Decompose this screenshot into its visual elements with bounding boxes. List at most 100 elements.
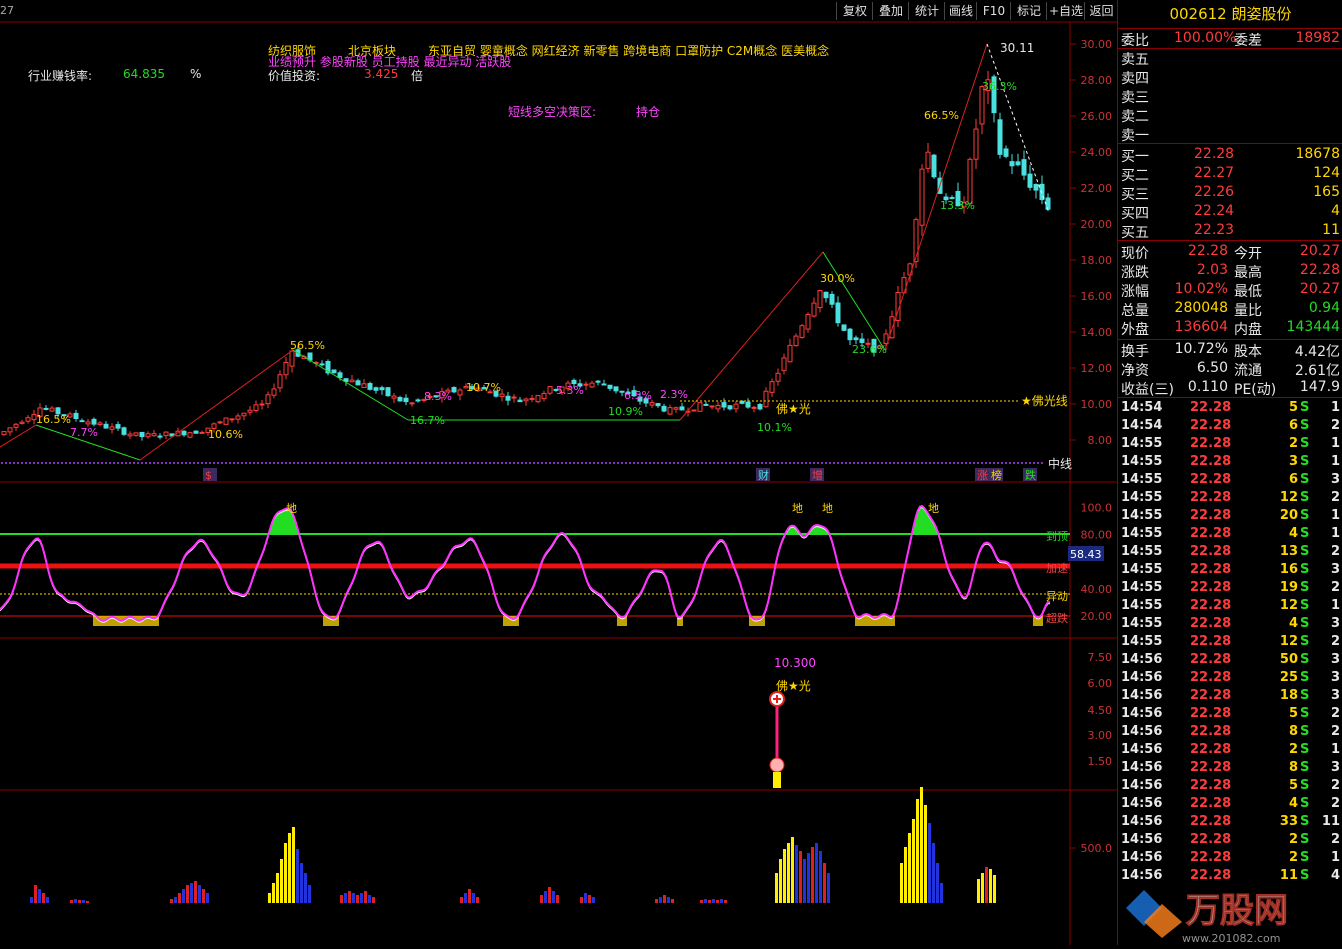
buy-price: 22.27 <box>1194 165 1235 181</box>
stock-title[interactable]: 002612 朗姿股份 <box>1118 0 1342 29</box>
candle-body <box>811 302 817 317</box>
tick-price: 22.28 <box>1190 580 1232 595</box>
mid-line-dot <box>917 462 919 464</box>
stat2-value-2: 147.9 <box>1299 379 1340 395</box>
mid-line-dot <box>405 462 407 464</box>
buy-volume: 124 <box>1313 165 1340 181</box>
candle-body <box>415 399 421 402</box>
tick-volume: 5 <box>1288 400 1298 415</box>
tick-row: 14:55 22.28 4 S 1 <box>1118 526 1342 544</box>
mid-line-dot <box>17 462 19 464</box>
buy-row-1[interactable]: 买一 22.28 18678 <box>1118 146 1342 165</box>
signal-marker: 佛★光 <box>776 679 811 693</box>
sell-row-1[interactable]: 卖一 <box>1118 125 1342 144</box>
buy-row-3[interactable]: 买三 22.26 165 <box>1118 184 1342 203</box>
mid-line-dot <box>185 462 187 464</box>
mid-line-dot <box>597 462 599 464</box>
mid-line-dot <box>325 462 327 464</box>
foguang-line-label: ★佛光线 <box>1021 394 1068 408</box>
candle-body <box>721 402 727 408</box>
volume-bar <box>916 799 919 903</box>
candle-body <box>613 386 619 392</box>
volume-bar <box>708 900 711 903</box>
mid-line-dot <box>545 462 547 464</box>
osc-value-badge: 58.43 <box>1070 548 1102 561</box>
sell-row-5[interactable]: 卖五 <box>1118 49 1342 68</box>
buy-label: 买五 <box>1121 225 1149 241</box>
tick-row: 14:55 22.28 4 S 3 <box>1118 616 1342 634</box>
mid-line-dot <box>365 462 367 464</box>
tick-volume: 4 <box>1288 616 1298 631</box>
volume-bar <box>588 895 591 903</box>
candle-body <box>127 433 133 437</box>
mid-line-dot <box>617 462 619 464</box>
mid-line-dot <box>137 462 139 464</box>
mid-line-dot <box>381 462 383 464</box>
mid-line-dot <box>261 462 263 464</box>
mid-line-dot <box>781 462 783 464</box>
tick-side: S <box>1300 508 1310 523</box>
tick-time: 14:56 <box>1121 778 1163 793</box>
stat-value-2: 22.28 <box>1299 262 1340 278</box>
candle-body <box>145 433 151 438</box>
tick-count: 3 <box>1330 652 1340 667</box>
candle-body <box>751 406 757 409</box>
tick-row: 14:56 22.28 2 S 2 <box>1118 832 1342 850</box>
candle-body <box>715 404 721 410</box>
event-label: 增 <box>812 468 823 482</box>
mid-line-dot <box>201 462 203 464</box>
mid-line-dot <box>669 462 671 464</box>
volume-bar <box>819 851 822 903</box>
mid-line-dot <box>689 462 691 464</box>
mid-line-dot <box>565 462 567 464</box>
watermark-svg: 万股网 www.201082.com <box>1126 890 1289 945</box>
mid-line-dot <box>1029 462 1031 464</box>
mid-line-dot <box>269 462 271 464</box>
pct-label: 8.3% <box>424 390 452 403</box>
volume-bar <box>284 843 287 903</box>
order-diff-label: 委差 <box>1234 33 1262 49</box>
pct-label: 10.1% <box>757 421 792 434</box>
tick-side: S <box>1300 490 1310 505</box>
mid-line-dot <box>257 462 259 464</box>
tick-side: S <box>1300 760 1310 775</box>
tick-row: 14:56 22.28 8 S 3 <box>1118 760 1342 778</box>
tick-side: S <box>1300 778 1310 793</box>
watermark-url: www.201082.com <box>1182 932 1280 945</box>
pct-label: 66.5% <box>924 109 959 122</box>
tick-count: 2 <box>1330 724 1340 739</box>
mid-line-dot <box>505 462 507 464</box>
candle-body <box>661 405 667 412</box>
sell-label: 卖一 <box>1121 128 1149 144</box>
sell-row-4[interactable]: 卖四 <box>1118 68 1342 87</box>
mid-line-dot <box>561 462 563 464</box>
volume-bar <box>292 827 295 903</box>
candle-body <box>1003 148 1009 157</box>
tick-count: 3 <box>1330 688 1340 703</box>
tick-price: 22.28 <box>1190 454 1232 469</box>
sell-row-3[interactable]: 卖三 <box>1118 87 1342 106</box>
mid-line-dot <box>469 462 471 464</box>
volume-bar <box>900 863 903 903</box>
volume-bar <box>472 893 475 903</box>
buy-row-2[interactable]: 买二 22.27 124 <box>1118 165 1342 184</box>
volume-bar <box>787 843 790 903</box>
tick-side: S <box>1300 706 1310 721</box>
mid-line-dot <box>585 462 587 464</box>
candle-body <box>739 400 745 404</box>
sell-row-2[interactable]: 卖二 <box>1118 106 1342 125</box>
candle-body <box>853 337 859 341</box>
mid-line-dot <box>909 462 911 464</box>
mid-line-dot <box>29 462 31 464</box>
y-tick-label: 10.00 <box>1081 398 1113 411</box>
volume-bar <box>932 843 935 903</box>
mid-line-dot <box>429 462 431 464</box>
mid-line-dot <box>981 462 983 464</box>
buy-row-4[interactable]: 买四 22.24 4 <box>1118 203 1342 222</box>
buy-row-5[interactable]: 买五 22.23 11 <box>1118 222 1342 241</box>
volume-bar <box>795 845 798 903</box>
tick-count: 3 <box>1330 670 1340 685</box>
mid-line-dot <box>741 462 743 464</box>
signal-y-tick: 6.00 <box>1088 677 1113 690</box>
charts-area[interactable]: 30.00 28.00 26.00 24.00 22.00 20.00 18.00 16.00… <box>0 0 1117 945</box>
